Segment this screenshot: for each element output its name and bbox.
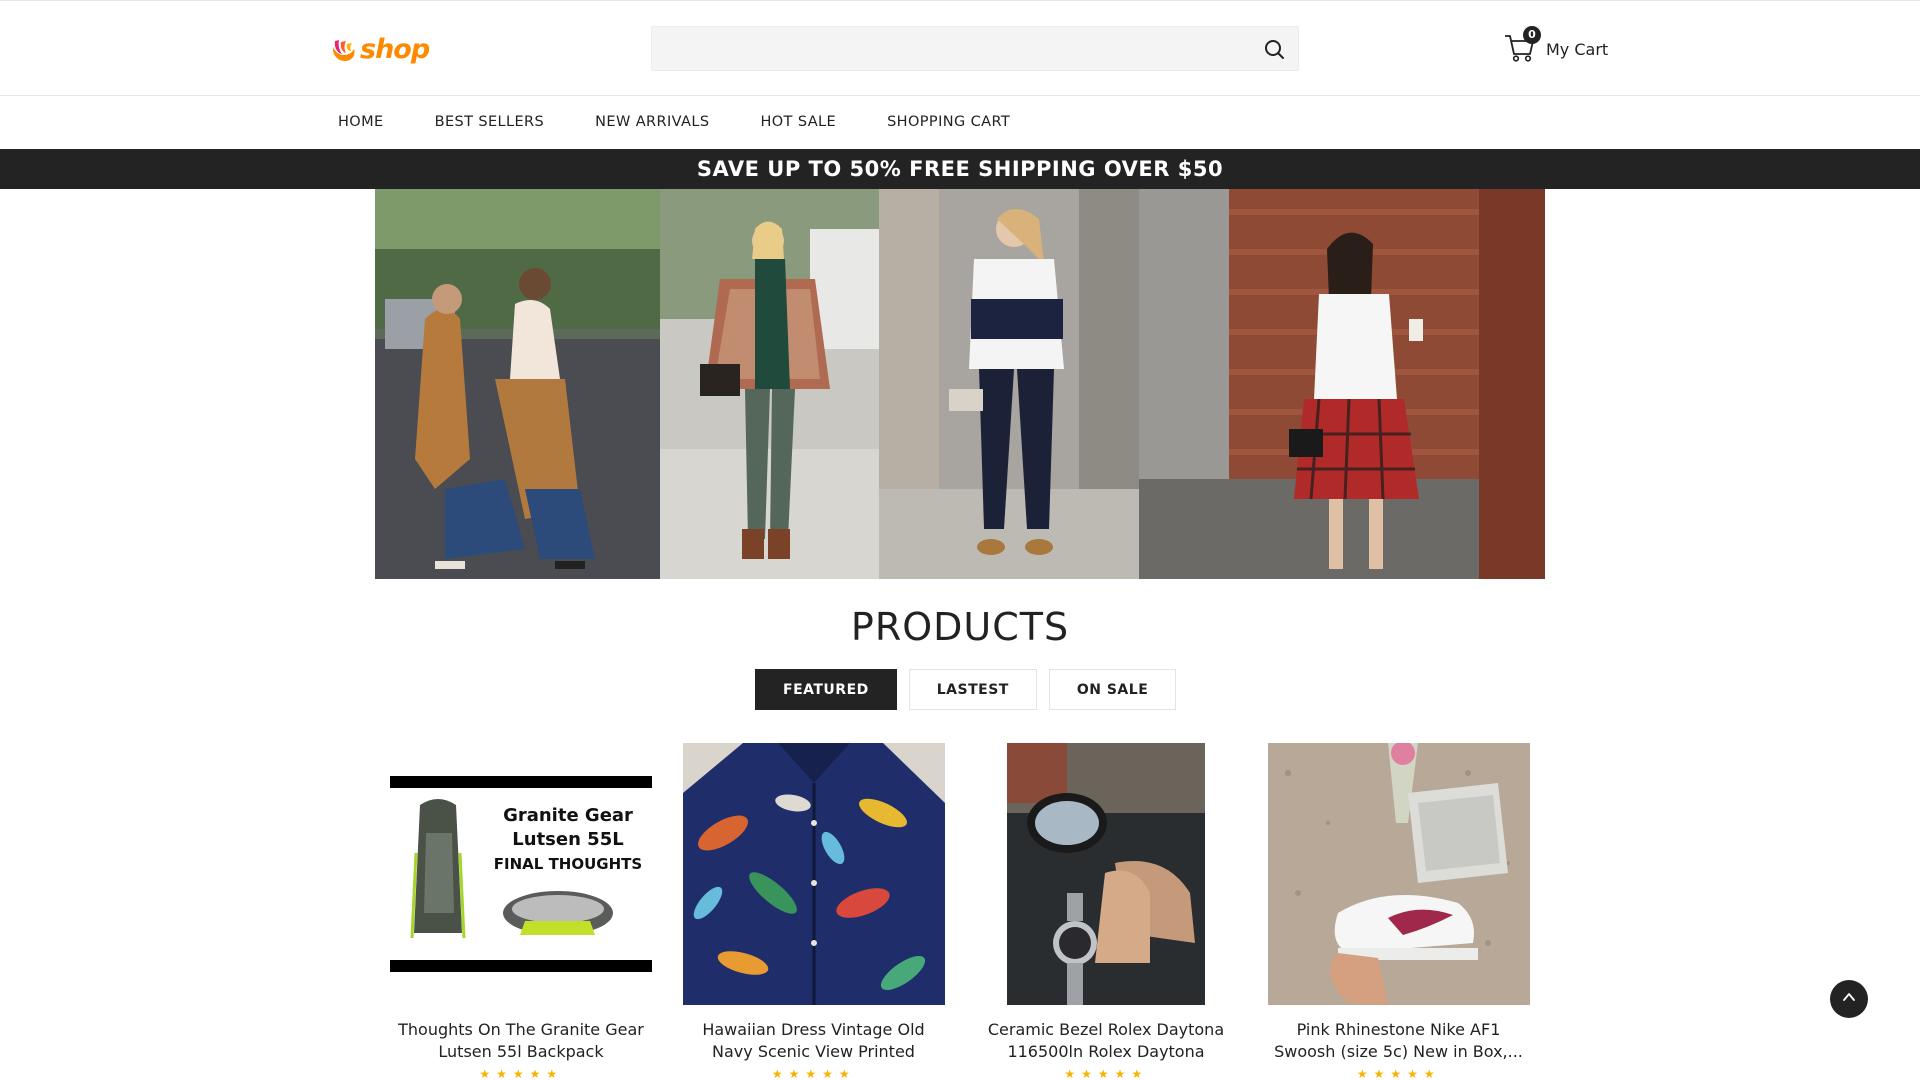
tab-featured[interactable]: FEATURED bbox=[755, 669, 897, 710]
product-image-backpack[interactable]: Granite Gear Lutsen 55L FINAL THOUGHTS bbox=[390, 743, 652, 1005]
hero-banner[interactable] bbox=[375, 189, 1545, 579]
hero-photo-striped-tee bbox=[879, 189, 1139, 579]
logo-text: shop bbox=[360, 34, 430, 65]
product-card[interactable]: Ceramic Bezel Rolex Daytona 116500ln Rol… bbox=[960, 743, 1253, 1080]
hero-photo-plaid-poncho bbox=[660, 189, 879, 579]
hero-photo-street-women bbox=[375, 189, 660, 579]
logo-mark-icon bbox=[330, 37, 358, 63]
nav-item-best-sellers[interactable]: BEST SELLERS bbox=[435, 114, 545, 130]
backpack-image-line-1: Granite Gear bbox=[503, 805, 633, 826]
product-tabs: FEATURED LASTEST ON SALE bbox=[755, 669, 1177, 710]
product-card[interactable]: Hawaiian Dress Vintage Old Navy Scenic V… bbox=[668, 743, 961, 1080]
main-nav: HOME BEST SELLERS NEW ARRIVALS HOT SALE … bbox=[0, 96, 1920, 148]
product-rating-stars: ★★★★★ bbox=[479, 1067, 564, 1080]
product-title[interactable]: Thoughts On The Granite Gear Lutsen 55l … bbox=[395, 1019, 647, 1063]
product-image-nike-shoe[interactable] bbox=[1267, 743, 1530, 1005]
product-card[interactable]: Granite Gear Lutsen 55L FINAL THOUGHTS T… bbox=[375, 743, 668, 1080]
nav-item-shopping-cart[interactable]: SHOPPING CART bbox=[887, 114, 1010, 130]
cart-count-badge: 0 bbox=[1523, 26, 1541, 44]
product-rating-stars: ★★★★★ bbox=[771, 1067, 856, 1080]
site-header: shop 0 My Cart bbox=[0, 0, 1920, 96]
cart-icon: 0 bbox=[1504, 26, 1541, 63]
nav-item-home[interactable]: HOME bbox=[338, 114, 384, 130]
product-image-hawaiian-shirt[interactable] bbox=[682, 743, 945, 1005]
back-to-top-button[interactable] bbox=[1830, 980, 1868, 1018]
product-rating-stars: ★★★★★ bbox=[1064, 1067, 1149, 1080]
backpack-image-line-2: Lutsen 55L bbox=[512, 829, 623, 850]
logo[interactable]: shop bbox=[330, 34, 430, 65]
search-input[interactable] bbox=[652, 27, 1298, 70]
product-image-rolex-watch[interactable] bbox=[975, 743, 1237, 1005]
backpack-image-line-3: FINAL THOUGHTS bbox=[494, 855, 642, 873]
nav-item-hot-sale[interactable]: HOT SALE bbox=[760, 114, 836, 130]
search-icon[interactable] bbox=[1262, 37, 1288, 63]
product-rating-stars: ★★★★★ bbox=[1356, 1067, 1441, 1080]
product-title[interactable]: Ceramic Bezel Rolex Daytona 116500ln Rol… bbox=[980, 1019, 1232, 1063]
tab-lastest[interactable]: LASTEST bbox=[908, 669, 1037, 710]
product-title[interactable]: Pink Rhinestone Nike AF1 Swoosh (size 5c… bbox=[1273, 1019, 1525, 1063]
cart-button[interactable]: 0 My Cart bbox=[1504, 26, 1609, 63]
product-grid: Granite Gear Lutsen 55L FINAL THOUGHTS T… bbox=[375, 743, 1545, 1080]
product-title[interactable]: Hawaiian Dress Vintage Old Navy Scenic V… bbox=[688, 1019, 940, 1063]
search-bar bbox=[651, 26, 1299, 71]
cart-label: My Cart bbox=[1546, 39, 1609, 59]
tab-on-sale[interactable]: ON SALE bbox=[1048, 669, 1177, 710]
nav-item-new-arrivals[interactable]: NEW ARRIVALS bbox=[595, 114, 709, 130]
promo-banner[interactable]: SAVE UP TO 50% FREE SHIPPING OVER $50 bbox=[0, 149, 1920, 189]
chevron-up-icon bbox=[1841, 989, 1857, 1009]
hero-photo-plaid-skirt bbox=[1139, 189, 1545, 579]
product-card[interactable]: Pink Rhinestone Nike AF1 Swoosh (size 5c… bbox=[1253, 743, 1546, 1080]
products-section-title: PRODUCTS bbox=[850, 605, 1070, 649]
